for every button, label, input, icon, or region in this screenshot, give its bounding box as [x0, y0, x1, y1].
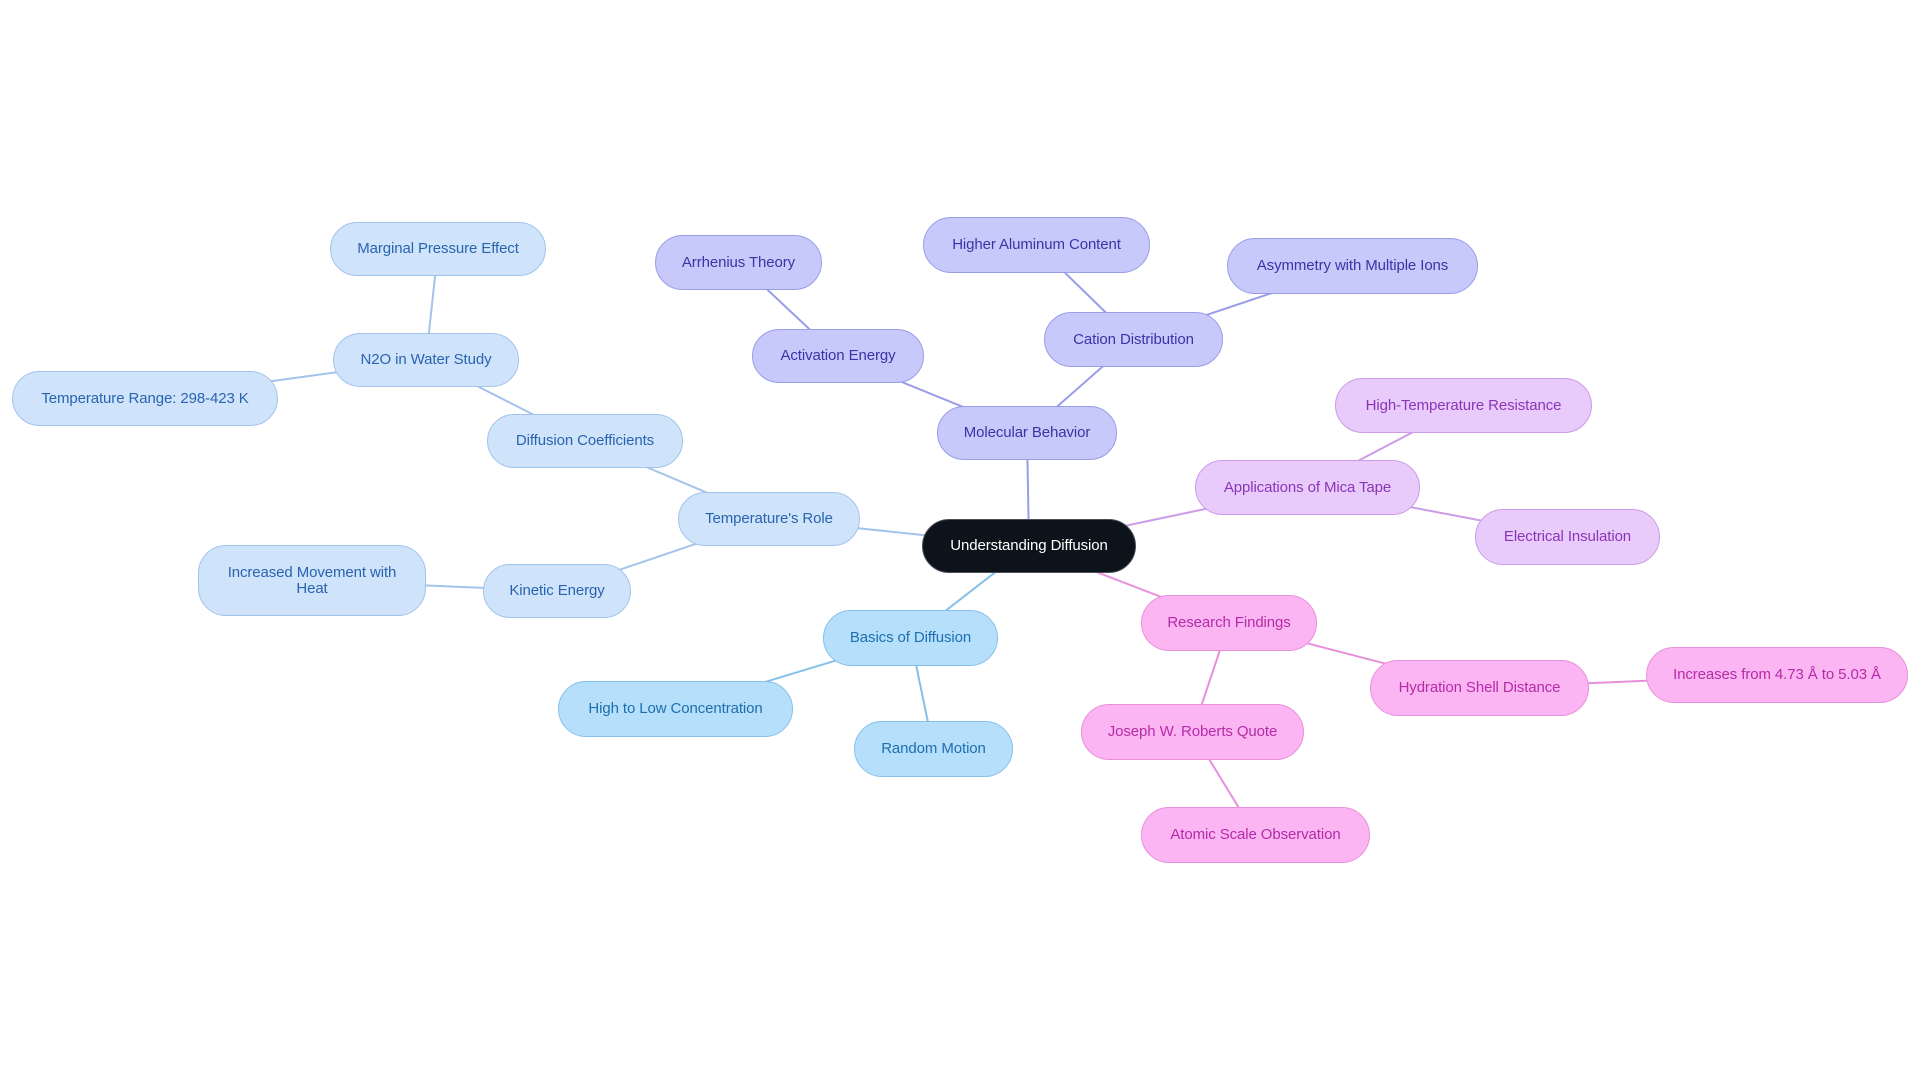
node-increases-from-4-73-to-5-03[interactable]: Increases from 4.73 Å to 5.03 Å — [1646, 647, 1908, 703]
node-random-motion[interactable]: Random Motion — [854, 721, 1013, 777]
node-joseph-w-roberts-quote[interactable]: Joseph W. Roberts Quote — [1081, 704, 1304, 760]
node-atomic-scale-observation[interactable]: Atomic Scale Observation — [1141, 807, 1370, 863]
node-arrhenius-theory[interactable]: Arrhenius Theory — [655, 235, 822, 290]
node-molecular-behavior[interactable]: Molecular Behavior — [937, 406, 1117, 460]
node-hydration-shell-distance[interactable]: Hydration Shell Distance — [1370, 660, 1589, 716]
node-increased-movement-with-heat[interactable]: Increased Movement with Heat — [198, 545, 426, 616]
node-basics-of-diffusion[interactable]: Basics of Diffusion — [823, 610, 998, 666]
node-research-findings[interactable]: Research Findings — [1141, 595, 1317, 651]
node-temperature-range[interactable]: Temperature Range: 298-423 K — [12, 371, 278, 426]
node-electrical-insulation[interactable]: Electrical Insulation — [1475, 509, 1660, 565]
node-marginal-pressure-effect[interactable]: Marginal Pressure Effect — [330, 222, 546, 276]
node-higher-aluminum-content[interactable]: Higher Aluminum Content — [923, 217, 1150, 273]
node-diffusion-coefficients[interactable]: Diffusion Coefficients — [487, 414, 683, 468]
node-n2o-in-water-study[interactable]: N2O in Water Study — [333, 333, 519, 387]
node-cation-distribution[interactable]: Cation Distribution — [1044, 312, 1223, 367]
node-activation-energy[interactable]: Activation Energy — [752, 329, 924, 383]
node-high-temperature-resistance[interactable]: High-Temperature Resistance — [1335, 378, 1592, 433]
node-kinetic-energy[interactable]: Kinetic Energy — [483, 564, 631, 618]
root-node-understanding-diffusion[interactable]: Understanding Diffusion — [922, 519, 1136, 573]
node-applications-of-mica-tape[interactable]: Applications of Mica Tape — [1195, 460, 1420, 515]
node-high-to-low-concentration[interactable]: High to Low Concentration — [558, 681, 793, 737]
node-temperatures-role[interactable]: Temperature's Role — [678, 492, 860, 546]
node-asymmetry-with-multiple-ions[interactable]: Asymmetry with Multiple Ions — [1227, 238, 1478, 294]
